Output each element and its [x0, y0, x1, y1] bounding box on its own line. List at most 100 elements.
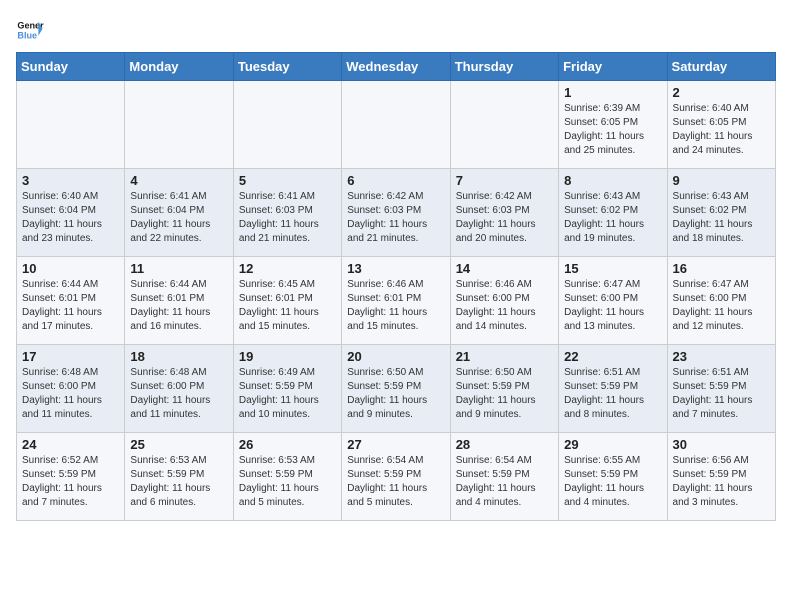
day-number: 28 [456, 437, 553, 452]
calendar-cell: 4 Sunrise: 6:41 AM Sunset: 6:04 PM Daylig… [125, 169, 233, 257]
day-info: Sunrise: 6:41 AM Sunset: 6:03 PM Dayligh… [239, 190, 336, 246]
day-number: 22 [564, 349, 661, 364]
day-info: Sunrise: 6:46 AM Sunset: 6:01 PM Dayligh… [347, 278, 444, 334]
header-tuesday: Tuesday [233, 53, 341, 81]
week-row-2: 10Sunrise: 6:44 AM Sunset: 6:01 PM Dayli… [17, 257, 776, 345]
day-number: 7 [456, 173, 553, 188]
header-thursday: Thursday [450, 53, 558, 81]
day-info: Sunrise: 6:54 AM Sunset: 5:59 PM Dayligh… [456, 454, 553, 510]
day-number: 29 [564, 437, 661, 452]
header: General Blue [16, 16, 776, 44]
logo: General Blue [16, 16, 48, 44]
calendar-cell: 8 Sunrise: 6:43 AM Sunset: 6:02 PM Daylig… [559, 169, 667, 257]
day-number: 27 [347, 437, 444, 452]
day-number: 17 [22, 349, 119, 364]
day-info: Sunrise: 6:50 AM Sunset: 5:59 PM Dayligh… [456, 366, 553, 422]
calendar-cell: 23 Sunrise: 6:51 AM Sunset: 5:59 PM Dayli… [667, 345, 775, 433]
day-number: 14 [456, 261, 553, 276]
calendar-cell [233, 81, 341, 169]
header-saturday: Saturday [667, 53, 775, 81]
day-info: Sunrise: 6:40 AM Sunset: 6:04 PM Dayligh… [22, 190, 119, 246]
week-row-0: 1 Sunrise: 6:39 AM Sunset: 6:05 PM Daylig… [17, 81, 776, 169]
day-info: Sunrise: 6:52 AM Sunset: 5:59 PM Dayligh… [22, 454, 119, 510]
day-number: 6 [347, 173, 444, 188]
day-info: Sunrise: 6:55 AM Sunset: 5:59 PM Dayligh… [564, 454, 661, 510]
calendar-cell: 21Sunrise: 6:50 AM Sunset: 5:59 PM Dayli… [450, 345, 558, 433]
calendar-cell: 15 Sunrise: 6:47 AM Sunset: 6:00 PM Dayli… [559, 257, 667, 345]
day-info: Sunrise: 6:44 AM Sunset: 6:01 PM Dayligh… [22, 278, 119, 334]
calendar-cell: 2 Sunrise: 6:40 AM Sunset: 6:05 PM Daylig… [667, 81, 775, 169]
day-number: 11 [130, 261, 227, 276]
week-row-4: 24Sunrise: 6:52 AM Sunset: 5:59 PM Dayli… [17, 433, 776, 521]
calendar-cell [17, 81, 125, 169]
calendar-cell: 26Sunrise: 6:53 AM Sunset: 5:59 PM Dayli… [233, 433, 341, 521]
calendar-cell: 9Sunrise: 6:43 AM Sunset: 6:02 PM Daylig… [667, 169, 775, 257]
calendar-header-row: SundayMondayTuesdayWednesdayThursdayFrid… [17, 53, 776, 81]
day-number: 30 [673, 437, 770, 452]
calendar-cell: 13 Sunrise: 6:46 AM Sunset: 6:01 PM Dayli… [342, 257, 450, 345]
header-monday: Monday [125, 53, 233, 81]
header-sunday: Sunday [17, 53, 125, 81]
day-info: Sunrise: 6:42 AM Sunset: 6:03 PM Dayligh… [347, 190, 444, 246]
day-info: Sunrise: 6:44 AM Sunset: 6:01 PM Dayligh… [130, 278, 227, 334]
day-info: Sunrise: 6:46 AM Sunset: 6:00 PM Dayligh… [456, 278, 553, 334]
day-info: Sunrise: 6:56 AM Sunset: 5:59 PM Dayligh… [673, 454, 770, 510]
day-info: Sunrise: 6:49 AM Sunset: 5:59 PM Dayligh… [239, 366, 336, 422]
day-info: Sunrise: 6:42 AM Sunset: 6:03 PM Dayligh… [456, 190, 553, 246]
calendar-table: SundayMondayTuesdayWednesdayThursdayFrid… [16, 52, 776, 521]
calendar-cell: 25Sunrise: 6:53 AM Sunset: 5:59 PM Dayli… [125, 433, 233, 521]
day-number: 25 [130, 437, 227, 452]
day-number: 8 [564, 173, 661, 188]
day-number: 23 [673, 349, 770, 364]
calendar-cell: 20 Sunrise: 6:50 AM Sunset: 5:59 PM Dayli… [342, 345, 450, 433]
calendar-cell: 30 Sunrise: 6:56 AM Sunset: 5:59 PM Dayli… [667, 433, 775, 521]
day-number: 12 [239, 261, 336, 276]
day-info: Sunrise: 6:50 AM Sunset: 5:59 PM Dayligh… [347, 366, 444, 422]
calendar-cell: 14 Sunrise: 6:46 AM Sunset: 6:00 PM Dayli… [450, 257, 558, 345]
day-number: 15 [564, 261, 661, 276]
svg-text:Blue: Blue [17, 30, 37, 40]
calendar-cell: 10Sunrise: 6:44 AM Sunset: 6:01 PM Dayli… [17, 257, 125, 345]
calendar-cell: 3 Sunrise: 6:40 AM Sunset: 6:04 PM Daylig… [17, 169, 125, 257]
calendar-cell: 22 Sunrise: 6:51 AM Sunset: 5:59 PM Dayli… [559, 345, 667, 433]
calendar-cell [450, 81, 558, 169]
day-info: Sunrise: 6:43 AM Sunset: 6:02 PM Dayligh… [564, 190, 661, 246]
day-number: 1 [564, 85, 661, 100]
day-info: Sunrise: 6:43 AM Sunset: 6:02 PM Dayligh… [673, 190, 770, 246]
day-info: Sunrise: 6:48 AM Sunset: 6:00 PM Dayligh… [22, 366, 119, 422]
day-number: 20 [347, 349, 444, 364]
calendar-cell [125, 81, 233, 169]
day-number: 2 [673, 85, 770, 100]
day-info: Sunrise: 6:40 AM Sunset: 6:05 PM Dayligh… [673, 102, 770, 158]
calendar-cell: 5Sunrise: 6:41 AM Sunset: 6:03 PM Daylig… [233, 169, 341, 257]
day-info: Sunrise: 6:51 AM Sunset: 5:59 PM Dayligh… [564, 366, 661, 422]
calendar-cell: 17 Sunrise: 6:48 AM Sunset: 6:00 PM Dayli… [17, 345, 125, 433]
calendar-cell: 16 Sunrise: 6:47 AM Sunset: 6:00 PM Dayli… [667, 257, 775, 345]
calendar-cell: 18Sunrise: 6:48 AM Sunset: 6:00 PM Dayli… [125, 345, 233, 433]
calendar-cell: 11 Sunrise: 6:44 AM Sunset: 6:01 PM Dayli… [125, 257, 233, 345]
day-number: 13 [347, 261, 444, 276]
day-info: Sunrise: 6:51 AM Sunset: 5:59 PM Dayligh… [673, 366, 770, 422]
day-info: Sunrise: 6:41 AM Sunset: 6:04 PM Dayligh… [130, 190, 227, 246]
day-number: 19 [239, 349, 336, 364]
logo-icon: General Blue [16, 16, 44, 44]
day-info: Sunrise: 6:47 AM Sunset: 6:00 PM Dayligh… [673, 278, 770, 334]
day-info: Sunrise: 6:53 AM Sunset: 5:59 PM Dayligh… [239, 454, 336, 510]
day-info: Sunrise: 6:54 AM Sunset: 5:59 PM Dayligh… [347, 454, 444, 510]
day-number: 18 [130, 349, 227, 364]
calendar-cell [342, 81, 450, 169]
calendar-cell: 1 Sunrise: 6:39 AM Sunset: 6:05 PM Daylig… [559, 81, 667, 169]
day-info: Sunrise: 6:45 AM Sunset: 6:01 PM Dayligh… [239, 278, 336, 334]
day-number: 4 [130, 173, 227, 188]
day-number: 16 [673, 261, 770, 276]
calendar-cell: 19 Sunrise: 6:49 AM Sunset: 5:59 PM Dayli… [233, 345, 341, 433]
day-info: Sunrise: 6:47 AM Sunset: 6:00 PM Dayligh… [564, 278, 661, 334]
calendar-cell: 7 Sunrise: 6:42 AM Sunset: 6:03 PM Daylig… [450, 169, 558, 257]
calendar-cell: 12 Sunrise: 6:45 AM Sunset: 6:01 PM Dayli… [233, 257, 341, 345]
day-number: 3 [22, 173, 119, 188]
calendar-cell: 27 Sunrise: 6:54 AM Sunset: 5:59 PM Dayli… [342, 433, 450, 521]
calendar-cell: 6 Sunrise: 6:42 AM Sunset: 6:03 PM Daylig… [342, 169, 450, 257]
calendar-cell: 28 Sunrise: 6:54 AM Sunset: 5:59 PM Dayli… [450, 433, 558, 521]
week-row-1: 3 Sunrise: 6:40 AM Sunset: 6:04 PM Daylig… [17, 169, 776, 257]
day-info: Sunrise: 6:39 AM Sunset: 6:05 PM Dayligh… [564, 102, 661, 158]
